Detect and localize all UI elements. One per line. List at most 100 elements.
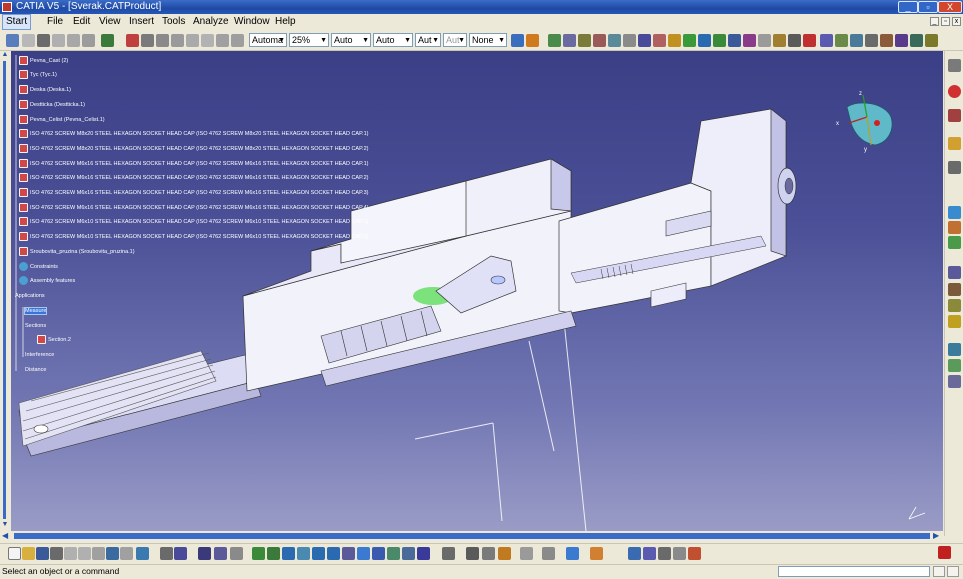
snap-icon[interactable] <box>52 34 65 47</box>
close-button[interactable]: X <box>938 1 962 13</box>
change-constraint-icon[interactable] <box>948 359 961 372</box>
minimize-button[interactable]: _ <box>898 1 918 13</box>
tree-item-pevna-celist[interactable]: Pevna_Celist (Pevna_Celist.1) <box>19 114 105 126</box>
grid-toggle-icon[interactable] <box>590 547 603 560</box>
measure-inertia-icon[interactable] <box>578 34 591 47</box>
tree-item-screw-m6x10-1[interactable]: ISO 4762 SCREW M6x10 STEEL HEXAGON SOCKE… <box>19 216 368 228</box>
menu-insert[interactable]: Insert <box>126 14 157 30</box>
fly-icon[interactable] <box>252 547 265 560</box>
line-color-select[interactable]: Auto ▼ <box>331 33 371 47</box>
fly-mode-icon[interactable] <box>22 34 35 47</box>
command-button-2[interactable] <box>947 566 959 577</box>
command-button-1[interactable] <box>933 566 945 577</box>
multi-instantiation-icon[interactable] <box>925 34 938 47</box>
vertical-scrollbar[interactable]: ▲ ▼ <box>0 51 10 531</box>
layer-select[interactable]: None ▼ <box>469 33 507 47</box>
update-icon[interactable] <box>82 34 95 47</box>
pan-view-icon[interactable] <box>282 547 295 560</box>
constraint-offset-icon[interactable] <box>948 236 961 249</box>
line-type-select[interactable]: Aut ▼ <box>415 33 441 47</box>
smart-move-icon[interactable] <box>773 34 786 47</box>
scroll-up-arrow-icon[interactable]: ▲ <box>1 51 9 60</box>
distance-analysis-icon[interactable] <box>623 34 636 47</box>
menu-start[interactable]: Start <box>2 14 32 30</box>
tree-item-assembly-features[interactable]: Assembly features <box>19 275 75 287</box>
geometry-icon[interactable] <box>566 547 579 560</box>
clash-icon[interactable] <box>593 34 606 47</box>
zoom-select[interactable]: 25% ▼ <box>289 33 329 47</box>
rotate-icon[interactable] <box>713 34 726 47</box>
scene-manager-icon[interactable] <box>482 547 495 560</box>
select-icon[interactable] <box>6 34 19 47</box>
explode-icon[interactable] <box>743 34 756 47</box>
redo-icon[interactable] <box>120 547 133 560</box>
tree-item-screw-m8x20-2[interactable]: ISO 4762 SCREW M8x20 STEEL HEXAGON SOCKE… <box>19 143 368 155</box>
existing-component-icon[interactable] <box>865 34 878 47</box>
scroll-track[interactable] <box>3 61 6 519</box>
menu-edit[interactable]: Edit <box>70 14 93 30</box>
text-icon[interactable] <box>186 34 199 47</box>
pan-icon[interactable] <box>698 34 711 47</box>
catia-app-icon[interactable] <box>2 2 12 12</box>
sketch-icon[interactable] <box>688 547 701 560</box>
tree-item-screw-m6x16-3[interactable]: ISO 4762 SCREW M6x16 STEEL HEXAGON SOCKE… <box>19 187 368 199</box>
scroll-left-arrow-icon[interactable]: ◀ <box>2 531 8 540</box>
reset-compass-icon[interactable] <box>803 34 816 47</box>
tree-item-interference[interactable]: Interference <box>25 349 54 361</box>
measure-between-icon[interactable] <box>548 34 561 47</box>
flag-note-icon[interactable] <box>201 34 214 47</box>
constraint-angle-icon[interactable] <box>948 266 961 279</box>
grid-icon[interactable] <box>231 34 244 47</box>
painter-icon[interactable] <box>511 34 524 47</box>
record-icon[interactable] <box>520 547 533 560</box>
fix-together-icon[interactable] <box>948 299 961 312</box>
formula-icon[interactable] <box>160 547 173 560</box>
weld-icon[interactable] <box>216 34 229 47</box>
curvature-icon[interactable] <box>668 34 681 47</box>
undo-icon[interactable] <box>106 547 119 560</box>
tree-item-tyc[interactable]: Tyc (Tyc.1) <box>19 69 57 81</box>
tree-item-screw-m6x10-2[interactable]: ISO 4762 SCREW M6x10 STEEL HEXAGON SOCKE… <box>19 231 368 243</box>
axis-icon[interactable] <box>628 547 641 560</box>
fit-all-icon[interactable] <box>267 547 280 560</box>
isometric-view-icon[interactable] <box>372 547 385 560</box>
whats-this-icon[interactable] <box>136 547 149 560</box>
point-symbol-select[interactable]: Aut ▼ <box>443 33 467 47</box>
manipulate-icon[interactable] <box>101 34 114 47</box>
open-file-icon[interactable] <box>22 547 35 560</box>
flexible-subassembly-icon[interactable] <box>948 343 961 356</box>
tree-item-sections[interactable]: Sections <box>25 320 46 332</box>
refresh-icon[interactable] <box>542 547 555 560</box>
scroll-right-arrow-icon[interactable]: ▶ <box>933 531 939 540</box>
normal-view-icon[interactable] <box>342 547 355 560</box>
dimension-icon[interactable] <box>171 34 184 47</box>
doc-restore-button[interactable]: ▫ <box>941 17 950 26</box>
snap-to-icon[interactable] <box>728 34 741 47</box>
graph-tree-reorder-icon[interactable] <box>895 34 908 47</box>
thread-icon[interactable] <box>683 34 696 47</box>
annotation-icon[interactable] <box>948 137 961 150</box>
menu-window[interactable]: Window <box>231 14 273 30</box>
table-icon[interactable] <box>230 547 243 560</box>
menu-file[interactable]: File <box>44 14 66 30</box>
measure-item-icon[interactable] <box>563 34 576 47</box>
device-icon[interactable] <box>466 547 479 560</box>
cut-icon[interactable] <box>64 547 77 560</box>
line-width-select[interactable]: Auto ▼ <box>373 33 413 47</box>
constraint-contact-icon[interactable] <box>948 221 961 234</box>
new-part-icon[interactable] <box>850 34 863 47</box>
shading-icon[interactable] <box>387 547 400 560</box>
tree-item-screw-m6x16-4[interactable]: ISO 4762 SCREW M6x16 STEEL HEXAGON SOCKE… <box>19 202 368 214</box>
plane-icon[interactable] <box>673 547 686 560</box>
menu-help[interactable]: Help <box>272 14 299 30</box>
swap-visible-icon[interactable] <box>417 547 430 560</box>
tree-item-pevna-cast[interactable]: Pevna_Cast (2) <box>19 55 68 67</box>
material-icon[interactable] <box>526 34 539 47</box>
save-icon[interactable] <box>36 547 49 560</box>
catalog-icon[interactable] <box>948 109 961 122</box>
tree-item-section-2[interactable]: Section.2 <box>37 334 71 346</box>
new-component-icon[interactable] <box>820 34 833 47</box>
constraint-coincidence-icon[interactable] <box>948 206 961 219</box>
bill-of-material-icon[interactable] <box>37 34 50 47</box>
measure-tool-icon[interactable] <box>948 59 961 72</box>
